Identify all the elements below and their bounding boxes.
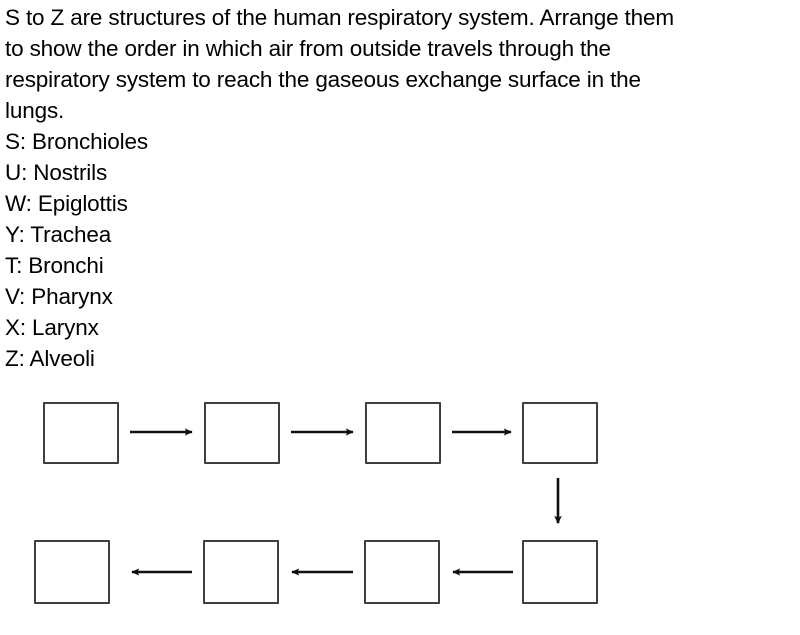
answer-box-5[interactable] bbox=[522, 540, 598, 604]
answer-box-4[interactable] bbox=[522, 402, 598, 464]
answer-box-3[interactable] bbox=[365, 402, 441, 464]
structure-key-item-y: Y: Trachea bbox=[5, 222, 112, 247]
structure-key-list: S: Bronchioles U: Nostrils W: Epiglottis… bbox=[5, 126, 405, 374]
structure-key-item-w: W: Epiglottis bbox=[5, 191, 128, 216]
question-text: S to Z are structures of the human respi… bbox=[5, 2, 795, 126]
answer-box-1[interactable] bbox=[43, 402, 119, 464]
structure-key-item-s: S: Bronchioles bbox=[5, 129, 148, 154]
answer-box-6[interactable] bbox=[364, 540, 440, 604]
structure-key-item-x: X: Larynx bbox=[5, 315, 99, 340]
structure-key-item-u: U: Nostrils bbox=[5, 160, 108, 185]
answer-box-7[interactable] bbox=[203, 540, 279, 604]
question-line-2: to show the order in which air from outs… bbox=[5, 36, 611, 61]
answer-box-2[interactable] bbox=[204, 402, 280, 464]
question-line-4: lungs. bbox=[5, 98, 65, 123]
question-line-3: respiratory system to reach the gaseous … bbox=[5, 67, 641, 92]
answer-box-8[interactable] bbox=[34, 540, 110, 604]
structure-key-item-t: T: Bronchi bbox=[5, 253, 104, 278]
structure-key-item-z: Z: Alveoli bbox=[5, 346, 95, 371]
structure-key-item-v: V: Pharynx bbox=[5, 284, 113, 309]
question-line-1: S to Z are structures of the human respi… bbox=[5, 5, 674, 30]
